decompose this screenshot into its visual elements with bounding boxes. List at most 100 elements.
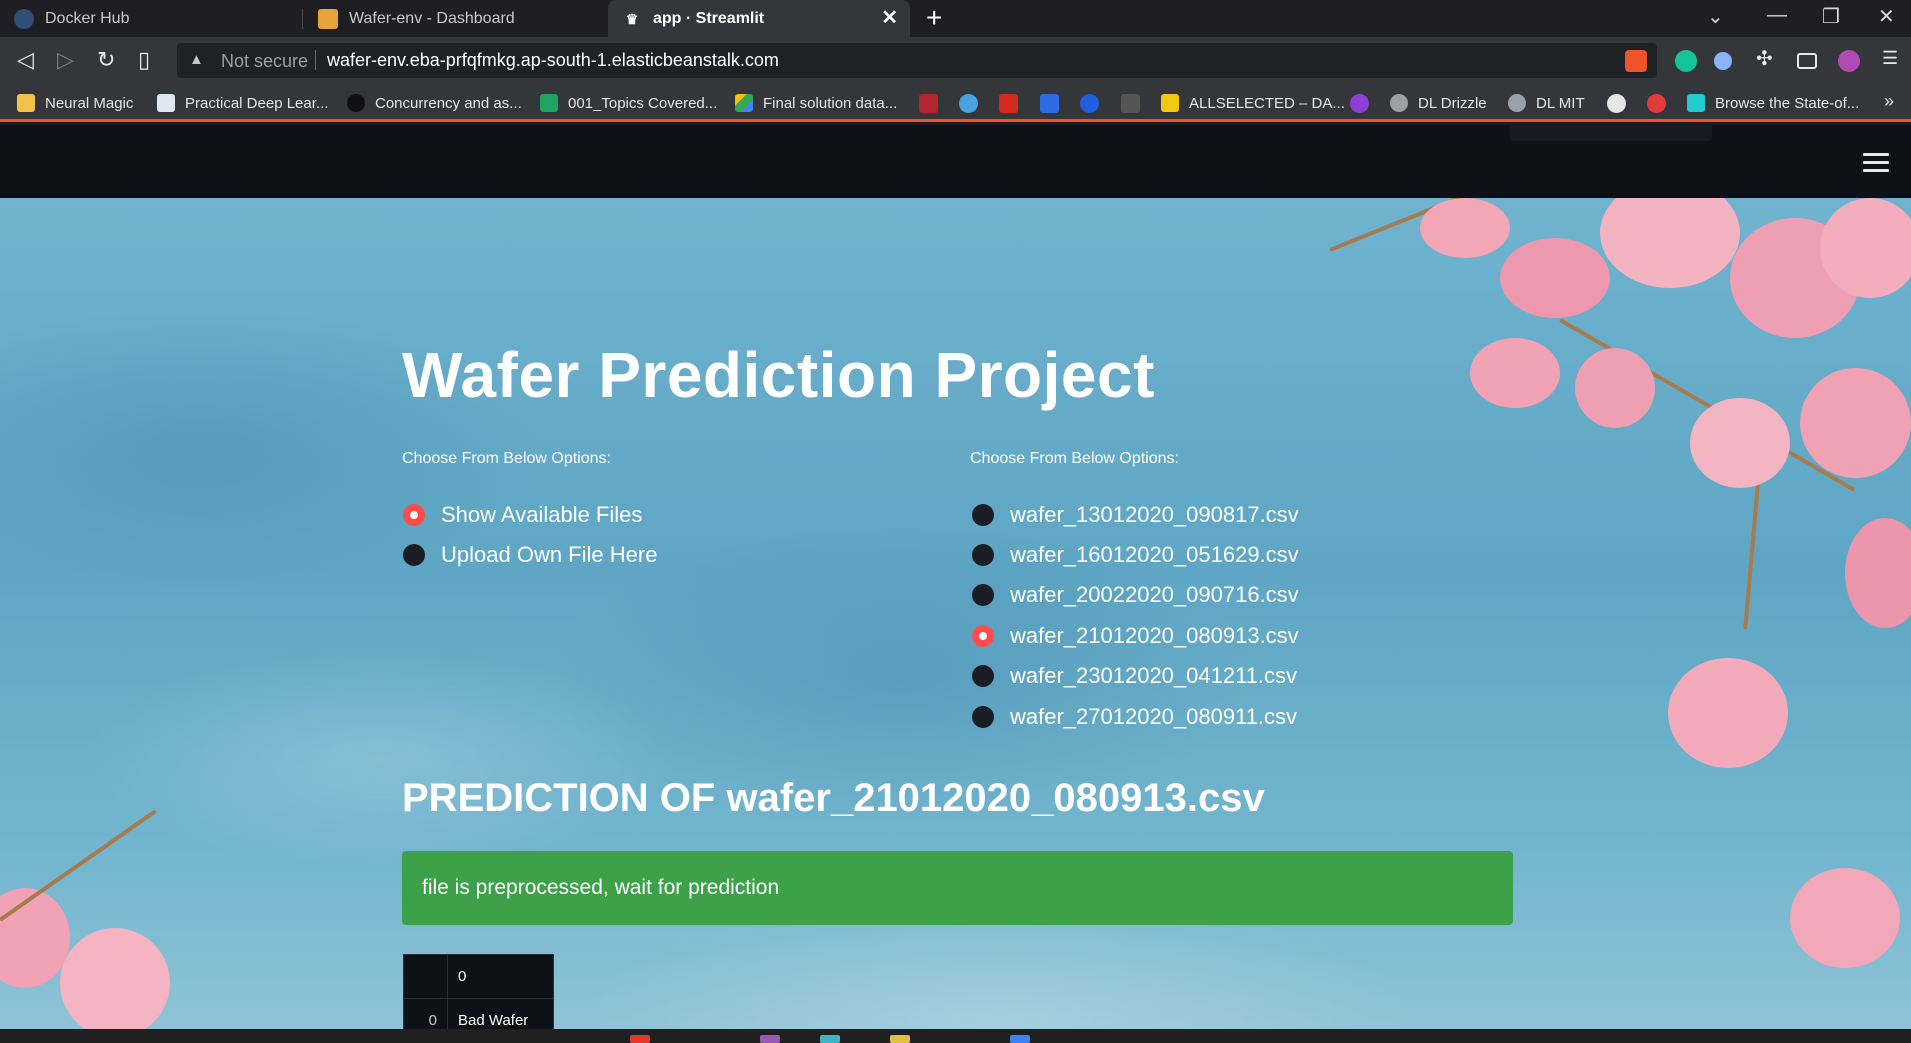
radio-label: Show Available Files: [441, 502, 643, 527]
radio-label: Upload Own File Here: [441, 542, 658, 567]
bookmark-github-icon[interactable]: [1607, 94, 1626, 113]
tab-title: Docker Hub: [45, 9, 130, 27]
aws-box-icon: [318, 8, 338, 29]
radio-indicator[interactable]: [972, 544, 994, 566]
tab-wafer-env-dashboard[interactable]: Wafer-env - Dashboard: [304, 0, 604, 37]
bookmark-purple-icon[interactable]: [1350, 94, 1369, 113]
radio-indicator[interactable]: [972, 504, 994, 526]
bookmark-label: Concurrency and as...: [375, 94, 522, 112]
more-bookmarks-chevron-icon[interactable]: »: [1884, 91, 1894, 112]
taskbar-app-icon[interactable]: [820, 1035, 840, 1043]
bookmark-blue-circle-icon[interactable]: [959, 94, 978, 113]
radio-file-option[interactable]: wafer_20022020_090716.csv: [972, 582, 1299, 608]
radio-label: wafer_20022020_090716.csv: [1010, 582, 1299, 607]
security-indicator[interactable]: Not secure: [221, 51, 308, 72]
radio-label: wafer_23012020_041211.csv: [1010, 663, 1298, 688]
bookmark-c-blue-icon[interactable]: [1080, 94, 1099, 113]
reload-button[interactable]: ↻: [97, 47, 115, 73]
radio-label: wafer_13012020_090817.csv: [1010, 502, 1299, 527]
bookmark-label: DL Drizzle: [1418, 94, 1487, 112]
bookmark-edx-icon[interactable]: [1121, 94, 1140, 113]
minimize-button[interactable]: —: [1767, 4, 1787, 27]
browser-menu-icon[interactable]: ☰: [1882, 48, 1904, 70]
browser-tab-strip: Docker Hub Wafer-env - Dashboard ♛ app ·…: [0, 0, 1911, 37]
extensions-puzzle-icon[interactable]: ✣: [1756, 46, 1778, 70]
new-tab-button[interactable]: +: [926, 4, 942, 32]
lightning-icon: [347, 94, 365, 112]
radio-file-option[interactable]: wafer_13012020_090817.csv: [972, 502, 1299, 528]
address-bar[interactable]: ▲ Not secure wafer-env.eba-prfqfmkg.ap-s…: [177, 43, 1657, 78]
bookmark-label: Practical Deep Lear...: [185, 94, 329, 112]
radio-file-option[interactable]: wafer_27012020_080911.csv: [972, 704, 1297, 730]
grammarly-icon[interactable]: [1675, 50, 1697, 72]
bookmark-s-icon[interactable]: [1040, 94, 1059, 113]
success-alert: file is preprocessed, wait for predictio…: [402, 851, 1513, 925]
back-button[interactable]: ◁: [17, 47, 34, 73]
restore-button[interactable]: ❐: [1822, 4, 1840, 29]
docker-icon: [14, 8, 34, 29]
drive-icon: [735, 94, 753, 112]
radio-indicator[interactable]: [972, 665, 994, 687]
tab-docker-hub[interactable]: Docker Hub: [0, 0, 300, 37]
radio-show-available-files[interactable]: Show Available Files: [403, 502, 642, 528]
page-icon: [157, 94, 175, 112]
streamlit-header: [0, 125, 1911, 198]
streamlit-crown-icon: ♛: [625, 10, 639, 27]
tab-divider: [302, 9, 303, 29]
tab-search-chevron-icon[interactable]: ⌄: [1707, 4, 1724, 29]
bookmark-book-icon[interactable]: [919, 94, 938, 113]
radio-upload-own-file[interactable]: Upload Own File Here: [403, 542, 657, 568]
radio-selected-indicator[interactable]: [403, 504, 425, 526]
url-text[interactable]: wafer-env.eba-prfqfmkg.ap-south-1.elasti…: [327, 50, 779, 71]
radio-label: wafer_21012020_080913.csv: [1010, 623, 1299, 648]
bookmark-final-solution-data[interactable]: Final solution data...: [735, 92, 897, 114]
radio-indicator[interactable]: [403, 544, 425, 566]
bookmark-label: DL MIT: [1536, 94, 1585, 112]
extension-search-icon[interactable]: [1714, 52, 1732, 70]
table-row: 0 Bad Wafer: [403, 998, 554, 1029]
radio-indicator[interactable]: [972, 706, 994, 728]
bookmark-c-red-icon[interactable]: [999, 94, 1018, 113]
radio-selected-indicator[interactable]: [972, 625, 994, 647]
bookmark-concurrency[interactable]: Concurrency and as...: [347, 92, 522, 114]
hamburger-menu-icon[interactable]: [1863, 153, 1889, 172]
prediction-heading: PREDICTION OF wafer_21012020_080913.csv: [402, 776, 1265, 820]
radio-file-option[interactable]: wafer_23012020_041211.csv: [972, 663, 1297, 689]
right-radio-group-label: Choose From Below Options:: [970, 450, 1179, 467]
close-window-button[interactable]: ✕: [1878, 4, 1895, 29]
forward-button[interactable]: ▷: [57, 47, 74, 73]
bookmark-topics-covered[interactable]: 001_Topics Covered...: [540, 92, 717, 114]
radio-label: wafer_16012020_051629.csv: [1010, 542, 1299, 567]
page-title: Wafer Prediction Project: [402, 339, 1155, 411]
bookmark-label: 001_Topics Covered...: [568, 94, 718, 112]
dataframe-column-header[interactable]: 0: [447, 954, 554, 999]
taskbar-app-icon[interactable]: [1010, 1035, 1030, 1043]
radio-file-option-selected[interactable]: wafer_21012020_080913.csv: [972, 623, 1299, 649]
taskbar-app-icon[interactable]: [890, 1035, 910, 1043]
taskbar-app-icon[interactable]: [630, 1035, 650, 1043]
bookmark-icon[interactable]: ▯: [138, 47, 150, 73]
tab-app-streamlit[interactable]: ♛ app · Streamlit ✕: [608, 0, 910, 37]
bookmark-browse-state-of-art[interactable]: Browse the State-of...: [1687, 92, 1859, 114]
wallet-icon[interactable]: [1797, 53, 1817, 69]
header-hidden-button: [1510, 125, 1712, 141]
bookmarks-bar: Neural Magic Practical Deep Lear... Conc…: [0, 84, 1911, 122]
taskbar-app-icon[interactable]: [760, 1035, 780, 1043]
dataframe-cell[interactable]: Bad Wafer: [447, 998, 554, 1029]
profile-avatar[interactable]: [1838, 50, 1860, 72]
prediction-dataframe[interactable]: 0 0 Bad Wafer: [403, 954, 554, 1029]
radio-file-option[interactable]: wafer_16012020_051629.csv: [972, 542, 1299, 568]
bookmark-label: Neural Magic: [45, 94, 134, 112]
address-divider: [315, 50, 316, 70]
bookmark-practical-deep-learning[interactable]: Practical Deep Lear...: [157, 92, 328, 114]
brave-shields-icon[interactable]: [1625, 50, 1647, 72]
bookmark-allselected[interactable]: ALLSELECTED – DA...: [1161, 92, 1345, 114]
bookmark-dl-drizzle[interactable]: DL Drizzle: [1390, 92, 1487, 114]
bookmark-red-gear-icon[interactable]: [1647, 94, 1666, 113]
close-tab-icon[interactable]: ✕: [881, 8, 898, 28]
radio-indicator[interactable]: [972, 584, 994, 606]
bookmark-neural-magic[interactable]: Neural Magic: [17, 92, 133, 114]
bookmark-dl-mit[interactable]: DL MIT: [1508, 92, 1585, 114]
dataframe-corner-cell: [403, 954, 448, 999]
warning-icon: ▲: [189, 51, 204, 68]
